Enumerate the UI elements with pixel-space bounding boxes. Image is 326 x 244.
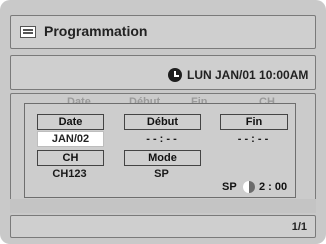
end-field-value[interactable]: - - : - -	[220, 133, 286, 145]
page-title: Programmation	[44, 23, 148, 39]
list-icon	[20, 26, 36, 38]
disc-icon	[243, 181, 255, 193]
programming-screen: Programmation LUN JAN/01 10:00AM Date Dé…	[0, 0, 326, 244]
clock-icon	[168, 68, 182, 82]
date-field-label[interactable]: Date	[37, 114, 104, 130]
start-field-label[interactable]: Début	[124, 114, 201, 130]
ch-field-label[interactable]: CH	[37, 150, 104, 166]
current-datetime: LUN JAN/01 10:00AM	[187, 68, 309, 82]
footer-bar: 1/1	[10, 215, 316, 238]
page-indicator: 1/1	[291, 221, 307, 233]
clock-panel: LUN JAN/01 10:00AM	[10, 55, 316, 90]
date-field-value[interactable]: JAN/02	[37, 131, 104, 147]
mode-field-label[interactable]: Mode	[124, 150, 201, 166]
start-field-value[interactable]: - - : - -	[124, 133, 199, 145]
remaining-time: 2 : 00	[259, 181, 288, 193]
ch-field-value[interactable]: CH123	[37, 168, 102, 180]
program-edit-dialog: Date JAN/02 Début - - : - - Fin - - : - …	[24, 103, 296, 198]
list-scroll-strip	[10, 199, 316, 213]
title-bar: Programmation	[10, 15, 316, 49]
remaining-mode: SP	[222, 181, 237, 193]
end-field-label[interactable]: Fin	[220, 114, 288, 130]
mode-field-value[interactable]: SP	[124, 168, 199, 180]
